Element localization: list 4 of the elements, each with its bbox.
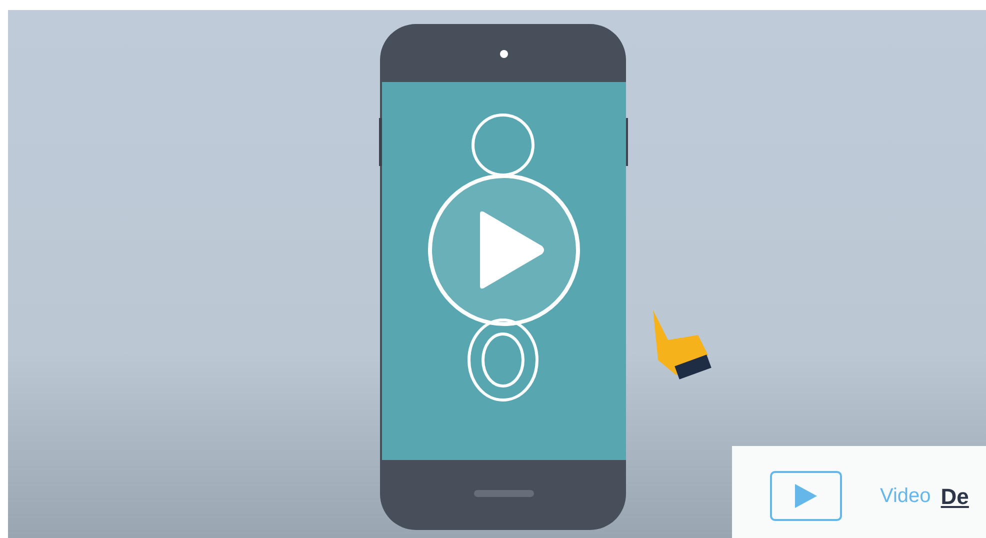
play-icon bbox=[794, 483, 818, 509]
play-button[interactable] bbox=[770, 471, 842, 521]
video-title-link[interactable]: De bbox=[940, 480, 969, 512]
video-label: Video bbox=[880, 484, 931, 509]
